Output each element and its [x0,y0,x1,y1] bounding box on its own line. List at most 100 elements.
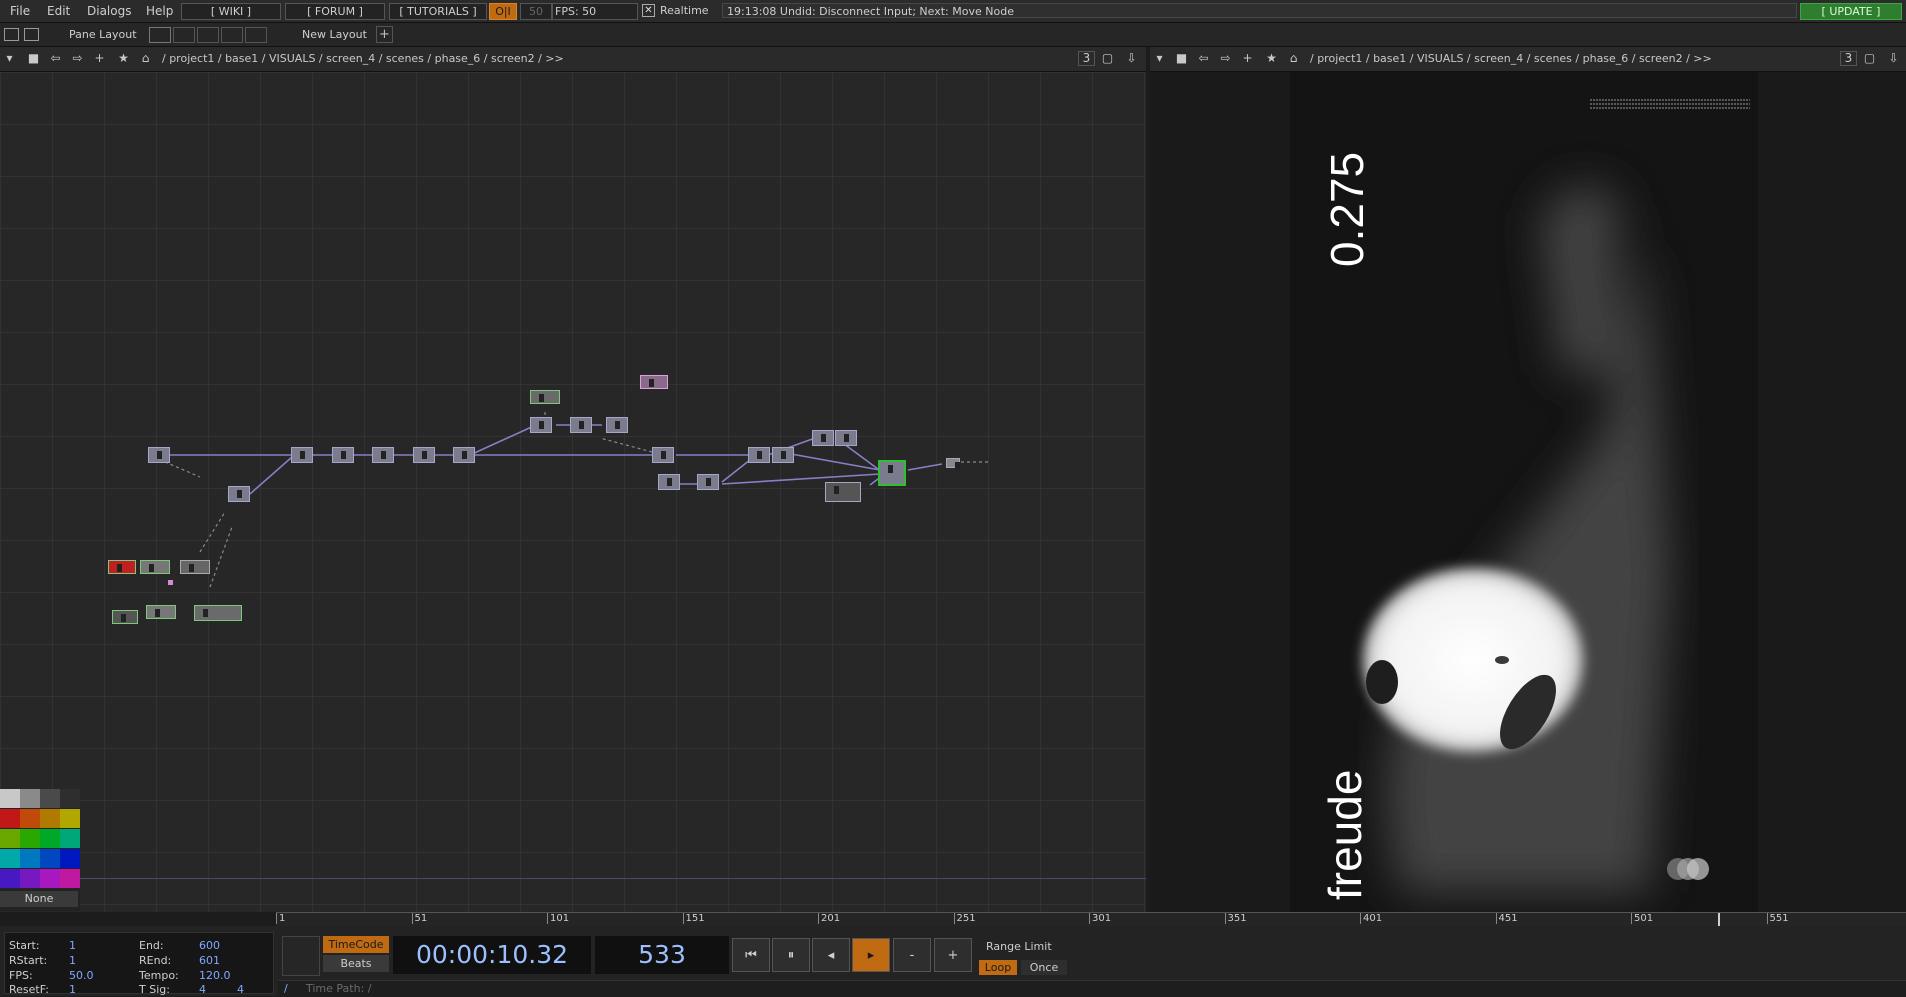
node-right-2[interactable] [772,447,794,463]
menu-help[interactable]: Help [146,4,173,18]
layout-single-icon[interactable] [149,27,171,43]
beats-toggle[interactable]: Beats [323,955,389,972]
pane-number[interactable]: 3 [1078,51,1095,66]
resetf-value[interactable]: 1 [69,983,76,996]
tutorials-button[interactable]: [ TUTORIALS ] [389,3,487,20]
node-selected-output[interactable] [878,460,906,486]
palette-swatch[interactable] [20,849,40,868]
node-comp-3[interactable] [372,447,394,463]
once-button[interactable]: Once [1021,960,1067,975]
layout-three-icon[interactable] [221,27,243,43]
node-grey-4[interactable] [194,605,242,621]
timeline-ruler[interactable]: 1 51 101 151 201 251 301 351 401 451 501 551 [276,912,1906,927]
minus-button[interactable]: - [893,938,931,972]
forward-icon[interactable]: ⇨ [70,51,85,66]
palette-swatch[interactable] [0,869,20,888]
add-layout-button[interactable]: + [376,26,393,43]
palette-swatch[interactable] [40,849,60,868]
palette-swatch[interactable] [20,829,40,848]
viewer-back-icon[interactable]: ⇦ [1196,51,1211,66]
maximize-icon[interactable]: ▢ [1100,51,1115,66]
palette-none-button[interactable]: None [0,891,78,907]
node-top-2[interactable] [570,417,592,433]
end-value[interactable]: 600 [199,939,220,952]
forum-button[interactable]: [ FORUM ] [285,3,385,20]
node-comp-1[interactable] [291,447,313,463]
stop-icon[interactable]: ■ [26,51,41,66]
viewer-home-icon[interactable]: ⌂ [1286,51,1301,66]
pause-button[interactable]: ⏸ [772,938,810,972]
pane-menu-icon[interactable]: ▾ [2,51,17,66]
node-grey-2[interactable] [180,560,210,574]
plus-button[interactable]: + [934,938,972,972]
node-red-2[interactable] [112,610,138,624]
node-top-3[interactable] [606,417,628,433]
palette-swatch[interactable] [60,849,80,868]
palette-swatch[interactable] [40,869,60,888]
menu-file[interactable]: File [10,4,30,18]
palette-swatch[interactable] [40,829,60,848]
tsig-numerator[interactable]: 4 [199,983,206,996]
palette-swatch[interactable] [40,809,60,828]
node-switch[interactable] [228,486,250,502]
play-button[interactable]: ▸ [852,938,890,972]
viewer-path[interactable]: / project1 / base1 / VISUALS / screen_4 … [1310,52,1712,65]
palette-swatch[interactable] [60,809,80,828]
back-icon[interactable]: ⇦ [48,51,63,66]
layout-four-icon[interactable] [245,27,267,43]
fps-target-field[interactable]: 50 [520,3,552,20]
viewer-stop-icon[interactable]: ■ [1174,51,1189,66]
frame-display[interactable]: 533 [595,936,729,974]
palette-swatch[interactable] [20,869,40,888]
home-icon[interactable]: ⌂ [138,51,153,66]
tsig-denominator[interactable]: 4 [237,983,244,996]
layout-split-horizontal-icon[interactable] [197,27,219,43]
oi-toggle[interactable]: O|I [489,3,517,20]
network-editor[interactable] [0,72,1146,912]
node-out[interactable] [946,458,960,470]
loop-button[interactable]: Loop [979,960,1017,975]
step-back-button[interactable]: ◂ [812,938,850,972]
node-red-1[interactable] [108,560,136,574]
rstart-value[interactable]: 1 [69,954,76,967]
palette-swatch[interactable] [60,789,80,808]
viewer-pin-icon[interactable]: ⇩ [1886,51,1901,66]
palette-swatch[interactable] [0,789,20,808]
rend-value[interactable]: 601 [199,954,220,967]
viewer-pane-number[interactable]: 3 [1840,51,1857,66]
playhead[interactable] [1718,913,1720,927]
node-box[interactable] [825,482,861,502]
fps-info-value[interactable]: 50.0 [69,969,94,982]
palette-swatch[interactable] [60,869,80,888]
palette-swatch[interactable] [0,809,20,828]
rewind-button[interactable]: ⏮ [732,938,770,972]
viewer-maximize-icon[interactable]: ▢ [1862,51,1877,66]
node-input[interactable] [148,447,170,463]
node-lower-1[interactable] [658,474,680,490]
node-comp-5[interactable] [453,447,475,463]
viewer-pane-menu-icon[interactable]: ▾ [1152,51,1167,66]
tempo-value[interactable]: 120.0 [199,969,231,982]
palette-swatch[interactable] [0,829,20,848]
viewer-image[interactable]: 0.275 freude [1290,72,1758,912]
start-value[interactable]: 1 [69,939,76,952]
realtime-checkbox[interactable]: ✕ [642,4,655,17]
menu-dialogs[interactable]: Dialogs [87,4,131,18]
time-slider-toggle[interactable] [282,936,320,976]
node-right-4[interactable] [835,430,857,446]
layout-split-vertical-icon[interactable] [173,27,195,43]
node-comp-2[interactable] [332,447,354,463]
palette-swatch[interactable] [20,789,40,808]
network-icon[interactable] [24,28,39,41]
palette-swatch[interactable] [60,829,80,848]
node-top-1[interactable] [530,417,552,433]
timecode-display[interactable]: 00:00:10.32 [393,936,591,974]
node-mid[interactable] [652,447,674,463]
star-icon[interactable]: ★ [116,51,131,66]
pin-icon[interactable]: ⇩ [1124,51,1139,66]
node-chop-green[interactable] [530,390,560,404]
network-path[interactable]: / project1 / base1 / VISUALS / screen_4 … [162,52,564,65]
node-comp-4[interactable] [413,447,435,463]
node-lower-2[interactable] [697,474,719,490]
layout-icon[interactable] [4,28,19,41]
